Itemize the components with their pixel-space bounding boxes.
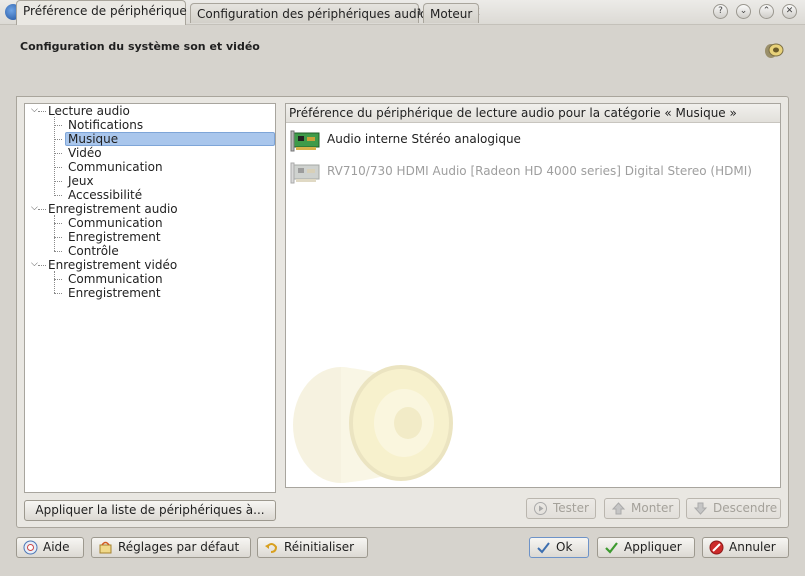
tree-item-jeux[interactable]: Jeux bbox=[68, 174, 94, 188]
test-button[interactable]: Tester bbox=[526, 498, 596, 519]
tree-item-communication[interactable]: Communication bbox=[68, 160, 163, 174]
apply-device-list-button[interactable]: Appliquer la liste de périphériques à... bbox=[24, 500, 276, 521]
tree-item-accessibilite[interactable]: Accessibilité bbox=[68, 188, 142, 202]
ok-button[interactable]: Ok bbox=[529, 537, 589, 558]
button-label: Annuler bbox=[729, 540, 776, 554]
sound-card-icon bbox=[290, 130, 320, 152]
tab-label: Préférence de périphérique bbox=[23, 4, 187, 18]
button-label: Réinitialiser bbox=[284, 540, 355, 554]
move-down-button[interactable]: Descendre bbox=[686, 498, 781, 519]
device-label: Audio interne Stéréo analogique bbox=[327, 132, 521, 146]
tree-item-enregistrement[interactable]: Enregistrement bbox=[68, 286, 161, 300]
maximize-icon[interactable]: ⌃ bbox=[759, 4, 774, 19]
tree-item-video[interactable]: Vidéo bbox=[68, 146, 102, 160]
button-label: Monter bbox=[631, 501, 674, 515]
restore-icon bbox=[99, 541, 112, 554]
cancel-button[interactable]: Annuler bbox=[702, 537, 789, 558]
page-title: Configuration du système son et vidéo bbox=[20, 40, 260, 53]
play-icon bbox=[534, 502, 547, 515]
tree-item-enregistrement[interactable]: Enregistrement bbox=[68, 230, 161, 244]
device-list-header: Préférence du périphérique de lecture au… bbox=[286, 104, 780, 123]
button-label: Ok bbox=[556, 540, 573, 554]
tree-item-musique[interactable]: Musique bbox=[65, 132, 275, 146]
tree-item-communication[interactable]: Communication bbox=[68, 216, 163, 230]
tab-label: Moteur bbox=[430, 7, 473, 21]
help-icon bbox=[23, 540, 38, 555]
button-label: Réglages par défaut bbox=[118, 540, 240, 554]
check-icon bbox=[537, 542, 550, 554]
reset-button[interactable]: Réinitialiser bbox=[257, 537, 368, 558]
undo-icon bbox=[265, 543, 278, 553]
arrow-up-icon bbox=[611, 502, 626, 515]
device-item[interactable]: Audio interne Stéréo analogique bbox=[290, 128, 770, 154]
chevron-down-icon[interactable]: ⌵ bbox=[31, 260, 38, 269]
speaker-watermark-icon bbox=[293, 365, 453, 483]
cancel-icon bbox=[709, 540, 724, 555]
close-icon[interactable]: ✕ bbox=[782, 4, 797, 19]
tree-item-notifications[interactable]: Notifications bbox=[68, 118, 143, 132]
button-label: Aide bbox=[43, 540, 70, 554]
minimize-icon[interactable]: ⌄ bbox=[736, 4, 751, 19]
arrow-down-icon bbox=[693, 502, 708, 515]
tree-item-controle[interactable]: Contrôle bbox=[68, 244, 119, 258]
speaker-icon bbox=[765, 43, 784, 58]
tab-audio-hardware-setup[interactable]: Configuration des périphériques audio bbox=[190, 3, 427, 23]
help-window-icon[interactable]: ? bbox=[713, 4, 728, 19]
button-label: Appliquer bbox=[624, 540, 682, 554]
tree-group-enregistrement-video[interactable]: Enregistrement vidéo bbox=[48, 258, 177, 272]
chevron-down-icon[interactable]: ⌵ bbox=[31, 106, 38, 115]
move-up-button[interactable]: Monter bbox=[604, 498, 680, 519]
tree-group-enregistrement-audio[interactable]: Enregistrement audio bbox=[48, 202, 178, 216]
chevron-down-icon[interactable]: ⌵ bbox=[31, 204, 38, 213]
button-label: Descendre bbox=[713, 501, 778, 515]
button-label: Tester bbox=[553, 501, 589, 515]
device-label: RV710/730 HDMI Audio [Radeon HD 4000 ser… bbox=[327, 164, 752, 178]
check-icon bbox=[605, 542, 618, 554]
tree-group-lecture-audio[interactable]: Lecture audio bbox=[48, 104, 130, 118]
device-item[interactable]: RV710/730 HDMI Audio [Radeon HD 4000 ser… bbox=[290, 160, 770, 186]
tree-item-communication[interactable]: Communication bbox=[68, 272, 163, 286]
tab-device-preference[interactable]: Préférence de périphérique bbox=[16, 0, 187, 25]
apply-button[interactable]: Appliquer bbox=[597, 537, 695, 558]
help-button[interactable]: Aide bbox=[16, 537, 84, 558]
tab-label: Configuration des périphériques audio bbox=[197, 7, 428, 21]
sound-card-icon bbox=[290, 162, 320, 184]
button-label: Appliquer la liste de périphériques à... bbox=[35, 503, 265, 517]
category-tree[interactable]: ⌵ Lecture audio Notifications Musique Vi… bbox=[24, 103, 276, 493]
defaults-button[interactable]: Réglages par défaut bbox=[91, 537, 251, 558]
tab-backend[interactable]: Moteur bbox=[423, 3, 479, 23]
